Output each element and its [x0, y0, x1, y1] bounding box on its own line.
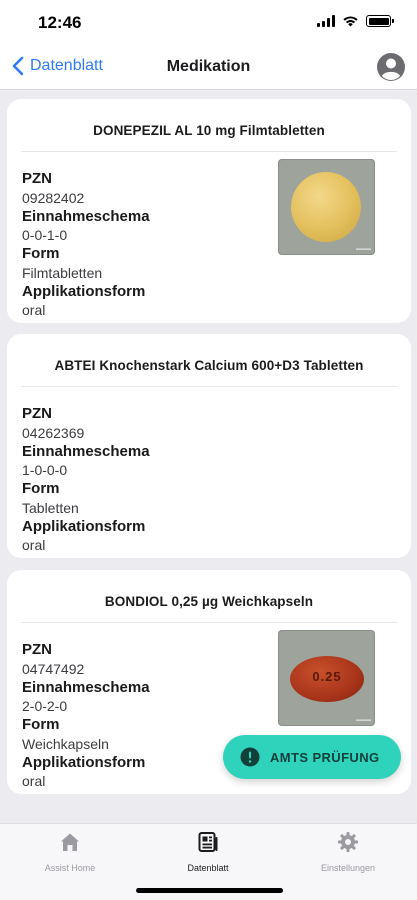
schema-label: Einnahmeschema: [22, 207, 150, 225]
home-indicator[interactable]: [136, 888, 283, 893]
form-value: Tabletten: [22, 499, 79, 516]
pill-image[interactable]: ▬▬▬▬▬: [278, 159, 375, 255]
pzn-label: PZN: [22, 405, 52, 422]
back-button[interactable]: Datenblatt: [12, 56, 103, 76]
status-bar: 12:46: [0, 0, 417, 46]
schema-value: 0-0-1-0: [22, 227, 68, 243]
schema-value: 1-0-0-0: [22, 462, 68, 478]
battery-icon: [366, 15, 394, 27]
navigation-bar: Datenblatt Medikation: [0, 46, 417, 90]
wifi-icon: [343, 16, 358, 27]
chevron-left-icon: [12, 56, 24, 76]
medication-fields: PZN 04262369 Einnahmeschema 1-0-0-0 Form…: [22, 405, 150, 555]
divider: [21, 151, 397, 152]
pzn-label: PZN: [22, 170, 52, 187]
pill-image[interactable]: 0.25 ▬▬▬▬▬: [278, 630, 375, 726]
home-icon: [61, 833, 79, 851]
tab-label: Assist Home: [44, 863, 96, 873]
red-capsule: 0.25: [290, 656, 364, 702]
amts-check-label: AMTS PRÜFUNG: [270, 749, 380, 765]
route-value: oral: [22, 537, 46, 553]
gear-icon: [338, 832, 358, 852]
tab-label: Datenblatt: [187, 863, 229, 873]
route-label: Applikationsform: [22, 517, 146, 535]
schema-label: Einnahmeschema: [22, 442, 150, 460]
route-label: Applikationsform: [22, 753, 146, 771]
tab-label: Einstellungen: [320, 863, 376, 873]
route-value: oral: [22, 773, 46, 789]
signal-icon: [317, 15, 335, 27]
document-icon: [198, 832, 218, 852]
status-time: 12:46: [38, 13, 82, 32]
divider: [21, 386, 397, 387]
form-label: Form: [22, 245, 60, 262]
pzn-value: 09282402: [22, 189, 85, 206]
tab-einstellungen[interactable]: Einstellungen: [288, 831, 408, 873]
tab-assist-home[interactable]: Assist Home: [10, 831, 130, 873]
schema-label: Einnahmeschema: [22, 678, 150, 696]
medication-title: BONDIOL 0,25 µg Weichkapseln: [104, 594, 314, 609]
route-label: Applikationsform: [22, 282, 146, 300]
medication-fields: PZN 09282402 Einnahmeschema 0-0-1-0 Form…: [22, 170, 150, 320]
scale-bar: ▬▬▬▬▬: [355, 246, 371, 252]
medication-card[interactable]: ABTEI Knochenstark Calcium 600+D3 Tablet…: [7, 334, 411, 558]
medication-fields: PZN 04747492 Einnahmeschema 2-0-2-0 Form…: [22, 641, 150, 791]
tab-datenblatt[interactable]: Datenblatt: [148, 831, 268, 873]
form-value: Weichkapseln: [22, 735, 109, 752]
amts-check-button[interactable]: AMTS PRÜFUNG: [223, 735, 401, 779]
medication-title: ABTEI Knochenstark Calcium 600+D3 Tablet…: [54, 358, 364, 373]
form-label: Form: [22, 716, 60, 733]
form-value: Filmtabletten: [22, 264, 103, 281]
back-button-label: Datenblatt: [30, 57, 103, 74]
status-icons: [317, 15, 394, 27]
divider: [21, 622, 397, 623]
route-value: oral: [22, 302, 46, 318]
schema-value: 2-0-2-0: [22, 698, 68, 714]
alert-circle-icon: [240, 747, 260, 767]
profile-icon[interactable]: [376, 52, 406, 82]
pzn-value: 04262369: [22, 424, 85, 441]
medication-title: DONEPEZIL AL 10 mg Filmtabletten: [93, 123, 325, 138]
medication-card[interactable]: DONEPEZIL AL 10 mg Filmtabletten PZN 092…: [7, 99, 411, 323]
pill-imprint: 0.25: [312, 669, 342, 684]
pzn-value: 04747492: [22, 660, 85, 677]
pzn-label: PZN: [22, 641, 52, 658]
form-label: Form: [22, 480, 60, 497]
scale-bar: ▬▬▬▬▬: [355, 717, 371, 723]
yellow-tablet: [291, 172, 361, 242]
